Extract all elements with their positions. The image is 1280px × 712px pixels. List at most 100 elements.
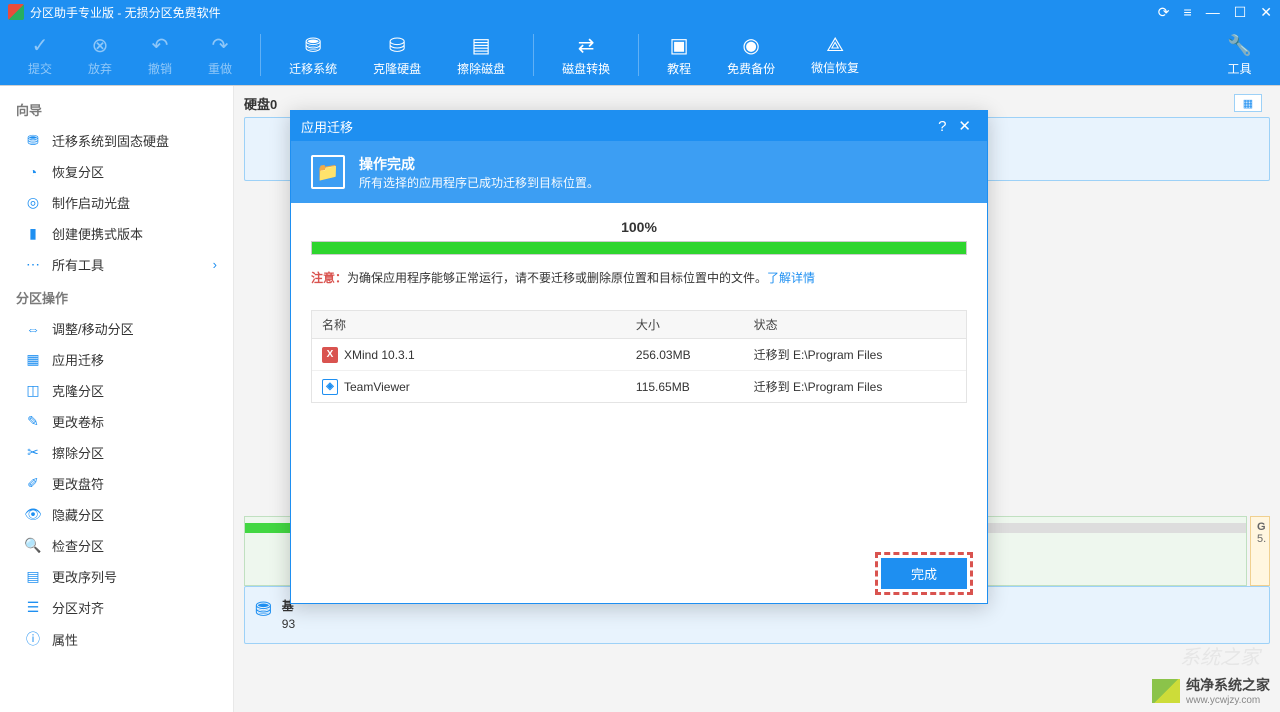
drive-icon: ⛃	[255, 597, 272, 633]
check-icon: ✓	[32, 33, 49, 58]
sidebar-item-app-migrate[interactable]: ▦应用迁移	[0, 344, 233, 375]
free-backup-button[interactable]: ◉免费备份	[709, 24, 793, 85]
progress-bar	[311, 241, 967, 255]
notice-text: 注意：为确保应用程序能够正常运行，请不要迁移或删除原位置和目标位置中的文件。了解…	[311, 269, 967, 286]
app-migrate-dialog: 应用迁移 ? ✕ 📁 操作完成 所有选择的应用程序已成功迁移到目标位置。 100…	[290, 110, 988, 604]
sidebar-item-all-tools[interactable]: ⋯所有工具›	[0, 249, 233, 280]
sidebar-item-properties[interactable]: ⓘ属性	[0, 623, 233, 655]
xmind-icon: X	[322, 347, 338, 363]
serial-icon: ▤	[24, 568, 42, 585]
migrate-os-button[interactable]: ⛃迁移系统	[271, 24, 355, 85]
menu-icon[interactable]: ≡	[1184, 5, 1192, 19]
sidebar: 向导 ⛃迁移系统到固态硬盘 ◔恢复分区 ◎制作启动光盘 ▮创建便携式版本 ⋯所有…	[0, 86, 234, 712]
cancel-icon: ⊗	[92, 33, 109, 58]
convert-icon: ⇄	[578, 33, 595, 58]
tag-icon: ✎	[24, 413, 42, 430]
letter-icon: ✐	[24, 475, 42, 492]
usb-icon: ▮	[24, 225, 42, 242]
watermark-logo-icon	[1152, 679, 1180, 703]
sidebar-section-partition-ops: 分区操作	[0, 280, 233, 313]
titlebar: 分区助手专业版 - 无损分区免费软件 ⟳ ≡ — ☐ ✕	[0, 0, 1280, 24]
hide-icon: 👁	[24, 506, 42, 523]
grid-icon: ⋯	[24, 256, 42, 273]
chevron-right-icon: ›	[213, 257, 217, 272]
window-title: 分区助手专业版 - 无损分区免费软件	[30, 4, 1158, 21]
undo-button[interactable]: ↶撤销	[130, 24, 190, 85]
watermark: 纯净系统之家 www.ycwjzy.com	[1152, 675, 1270, 706]
eraser-icon: ▤	[472, 33, 491, 58]
sidebar-item-portable[interactable]: ▮创建便携式版本	[0, 218, 233, 249]
resize-icon: ⇔	[24, 321, 42, 337]
info-icon: ⓘ	[24, 629, 42, 649]
dialog-close-icon[interactable]: ✕	[952, 117, 977, 135]
wechat-restore-button[interactable]: ⟁微信恢复	[793, 24, 877, 85]
learn-more-link[interactable]: 了解详情	[767, 271, 815, 285]
backup-icon: ◉	[742, 33, 759, 58]
col-size: 大小	[626, 311, 744, 338]
app-logo-icon	[8, 4, 24, 20]
sidebar-section-wizard: 向导	[0, 92, 233, 125]
progress-percent: 100%	[311, 219, 967, 235]
sidebar-item-migrate-ssd[interactable]: ⛃迁移系统到固态硬盘	[0, 125, 233, 156]
commit-button[interactable]: ✓提交	[10, 24, 70, 85]
toolbar: ✓提交 ⊗放弃 ↶撤销 ↷重做 ⛃迁移系统 ⛁克隆硬盘 ▤擦除磁盘 ⇄磁盘转换 …	[0, 24, 1280, 86]
disks-icon: ⛁	[389, 33, 406, 58]
finish-button[interactable]: 完成	[881, 558, 967, 589]
app-icon: ▦	[24, 351, 42, 368]
banner-subtitle: 所有选择的应用程序已成功迁移到目标位置。	[359, 174, 599, 191]
sidebar-item-check-partition[interactable]: 🔍检查分区	[0, 530, 233, 561]
search-icon: 🔍	[24, 537, 42, 554]
dialog-banner: 📁 操作完成 所有选择的应用程序已成功迁移到目标位置。	[291, 141, 987, 203]
wipe-icon: ✂	[24, 444, 42, 461]
sidebar-item-align-partition[interactable]: ☰分区对齐	[0, 592, 233, 623]
dialog-body: 100% 注意：为确保应用程序能够正常运行，请不要迁移或删除原位置和目标位置中的…	[291, 203, 987, 544]
disk-convert-button[interactable]: ⇄磁盘转换	[544, 24, 628, 85]
wechat-icon: ⟁	[826, 34, 844, 57]
sidebar-item-change-serial[interactable]: ▤更改序列号	[0, 561, 233, 592]
window-controls: ⟳ ≡ — ☐ ✕	[1158, 5, 1272, 19]
sidebar-item-change-letter[interactable]: ✐更改盘符	[0, 468, 233, 499]
discard-button[interactable]: ⊗放弃	[70, 24, 130, 85]
table-row[interactable]: XXMind 10.3.1 256.03MB 迁移到 E:\Program Fi…	[312, 339, 966, 371]
dialog-title: 应用迁移	[301, 117, 932, 136]
view-toggle-button[interactable]: ▦	[1234, 94, 1262, 112]
sidebar-item-resize[interactable]: ⇔调整/移动分区	[0, 313, 233, 344]
tutorial-button[interactable]: ▣教程	[649, 24, 709, 85]
dialog-titlebar: 应用迁移 ? ✕	[291, 111, 987, 141]
sidebar-item-wipe-partition[interactable]: ✂擦除分区	[0, 437, 233, 468]
redo-button[interactable]: ↷重做	[190, 24, 250, 85]
sidebar-item-hide-partition[interactable]: 👁隐藏分区	[0, 499, 233, 530]
close-icon[interactable]: ✕	[1260, 5, 1272, 19]
refresh-icon[interactable]: ⟳	[1158, 5, 1170, 19]
sidebar-item-restore-partition[interactable]: ◔恢复分区	[0, 156, 233, 187]
sidebar-item-change-label[interactable]: ✎更改卷标	[0, 406, 233, 437]
clone-icon: ◫	[24, 382, 42, 399]
col-name: 名称	[312, 311, 626, 338]
clone-disk-button[interactable]: ⛁克隆硬盘	[355, 24, 439, 85]
sidebar-item-clone-partition[interactable]: ◫克隆分区	[0, 375, 233, 406]
maximize-icon[interactable]: ☐	[1234, 5, 1247, 19]
pie-icon: ◔	[24, 164, 42, 180]
wipe-disk-button[interactable]: ▤擦除磁盘	[439, 24, 523, 85]
table-header: 名称 大小 状态	[312, 311, 966, 339]
folder-arrow-icon: 📁	[311, 155, 345, 189]
minimize-icon[interactable]: —	[1206, 5, 1220, 19]
help-icon[interactable]: ?	[932, 118, 952, 135]
ssd-icon: ⛃	[24, 132, 42, 149]
wrench-icon: 🔧	[1227, 33, 1252, 58]
dialog-footer: 完成	[291, 544, 987, 603]
book-icon: ▣	[670, 33, 689, 58]
disc-icon: ◎	[24, 194, 42, 211]
undo-icon: ↶	[152, 33, 169, 58]
background-watermark: 系统之家	[1180, 641, 1260, 670]
banner-title: 操作完成	[359, 154, 599, 174]
col-status: 状态	[744, 311, 966, 338]
partition-block-small[interactable]: G 5.	[1250, 516, 1270, 586]
redo-icon: ↷	[212, 33, 229, 58]
teamviewer-icon: ◈	[322, 379, 338, 395]
align-icon: ☰	[24, 599, 42, 616]
tools-button[interactable]: 🔧工具	[1209, 24, 1270, 85]
progress-fill	[312, 242, 966, 254]
table-row[interactable]: ◈TeamViewer 115.65MB 迁移到 E:\Program File…	[312, 371, 966, 402]
sidebar-item-boot-disc[interactable]: ◎制作启动光盘	[0, 187, 233, 218]
